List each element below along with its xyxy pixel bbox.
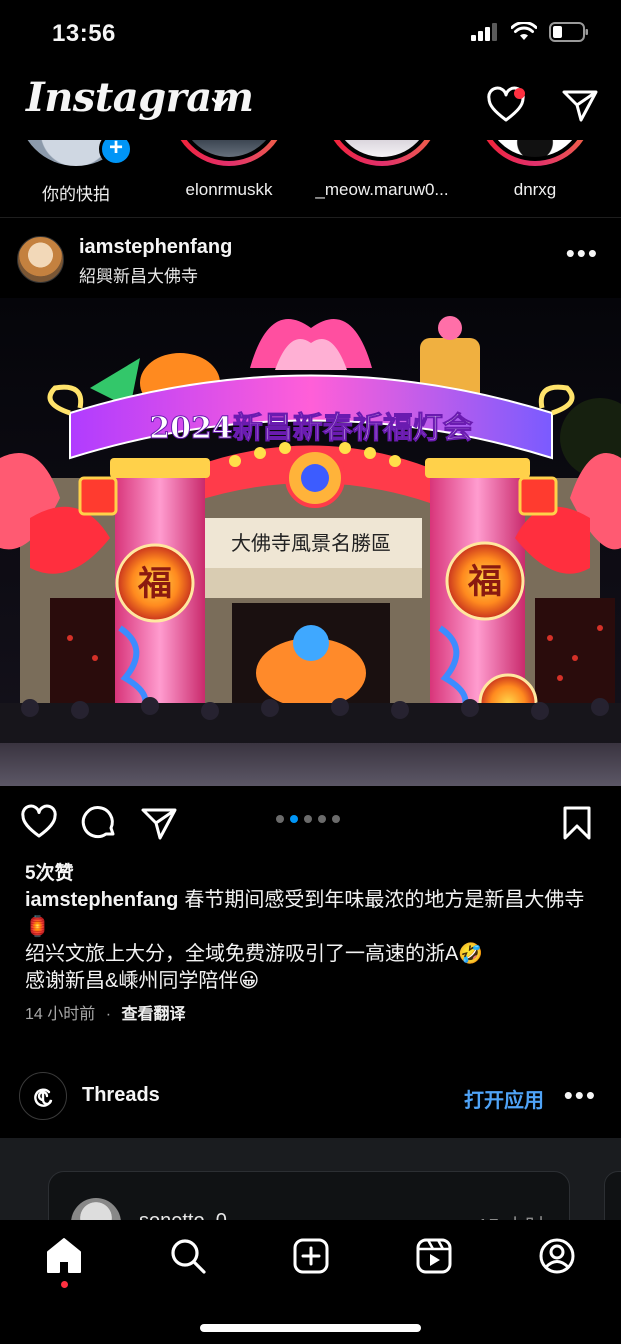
carousel-dot	[276, 815, 284, 823]
search-icon[interactable]	[168, 1236, 208, 1276]
stories-tray: + 你的快拍 elonrmuskk _meow.maruw0... dnrxg	[0, 140, 621, 218]
story-label: _meow.maruw0...	[315, 180, 449, 199]
threads-at-icon	[34, 1088, 53, 1107]
see-translation-link[interactable]: 查看翻译	[121, 1006, 185, 1023]
caption-username[interactable]: iamstephenfang	[25, 889, 178, 911]
status-time: 13:56	[52, 20, 116, 47]
post-actions	[0, 800, 621, 846]
threads-icon[interactable]	[19, 1072, 67, 1120]
arch-banner-text: 2024新昌新春祈福灯会	[149, 411, 473, 446]
post-meta: 14 小时前 · 查看翻译	[25, 1000, 186, 1024]
like-icon[interactable]	[20, 804, 58, 842]
cellular-signal-icon	[471, 23, 497, 41]
post-header: iamstephenfang 紹興新昌大佛寺 •••	[0, 220, 621, 298]
post-photo[interactable]: 大佛寺風景名勝區 2024新昌新春祈福灯会 福 福	[0, 298, 621, 786]
like-count[interactable]: 5次赞	[25, 858, 74, 885]
profile-icon[interactable]	[537, 1236, 577, 1276]
threads-post-card[interactable]	[604, 1171, 621, 1220]
avatar	[71, 1198, 121, 1220]
status-icons	[471, 22, 589, 42]
pillar-char: 福	[137, 564, 172, 604]
threads-carousel: sonetto_0 15 小时	[0, 1138, 621, 1220]
comment-icon[interactable]	[80, 804, 118, 842]
battery-icon	[549, 22, 588, 42]
post-time: 14 小时前	[25, 1006, 96, 1023]
open-app-button[interactable]: 打开应用	[464, 1084, 544, 1113]
threads-suggestion: Threads 打开应用 •••	[0, 1068, 621, 1126]
share-icon[interactable]	[140, 804, 178, 842]
threads-card-username: sonetto_0	[139, 1210, 227, 1220]
create-icon[interactable]	[291, 1236, 331, 1276]
app-bar: Instagram	[0, 72, 621, 138]
home-notification-dot	[61, 1281, 68, 1288]
status-bar: 13:56	[0, 0, 621, 70]
chevron-down-icon[interactable]	[210, 96, 230, 110]
threads-card-time: 15 小时	[477, 1210, 545, 1220]
story-label: elonrmuskk	[185, 180, 273, 199]
meta-separator: ·	[105, 1006, 112, 1023]
threads-name[interactable]: Threads	[82, 1084, 160, 1107]
story-ring	[324, 140, 440, 166]
carousel-dot-active	[290, 815, 298, 823]
more-options-icon[interactable]: •••	[566, 240, 599, 266]
lantern-festival-photo: 大佛寺風景名勝區 2024新昌新春祈福灯会 福 福	[0, 298, 621, 786]
carousel-dot	[318, 815, 326, 823]
post-caption: iamstephenfang 春节期间感受到年味最浓的地方是新昌大佛寺🏮 绍兴文旅…	[25, 887, 595, 995]
notification-dot	[514, 88, 525, 99]
story-label: 你的快拍	[42, 185, 110, 204]
direct-message-icon[interactable]	[561, 86, 599, 124]
story-ring	[477, 140, 593, 166]
reels-icon[interactable]	[414, 1236, 454, 1276]
carousel-indicator	[276, 815, 340, 823]
carousel-dot	[304, 815, 312, 823]
story-label: dnrxg	[513, 180, 557, 199]
post-location[interactable]: 紹興新昌大佛寺	[79, 262, 198, 287]
bookmark-icon[interactable]	[558, 804, 596, 842]
add-story-badge[interactable]: +	[99, 140, 133, 166]
post-username[interactable]: iamstephenfang	[79, 236, 232, 259]
pillar-char: 福	[467, 562, 502, 602]
home-icon[interactable]	[44, 1236, 84, 1276]
carousel-dot	[332, 815, 340, 823]
wifi-icon	[511, 22, 537, 40]
home-indicator	[200, 1324, 421, 1332]
more-options-icon[interactable]: •••	[564, 1082, 597, 1108]
story-ring	[171, 140, 287, 166]
bottom-nav	[0, 1220, 621, 1344]
threads-post-card[interactable]: sonetto_0 15 小时	[48, 1171, 570, 1220]
avatar[interactable]	[17, 236, 64, 283]
gate-plaque: 大佛寺風景名勝區	[231, 531, 391, 555]
